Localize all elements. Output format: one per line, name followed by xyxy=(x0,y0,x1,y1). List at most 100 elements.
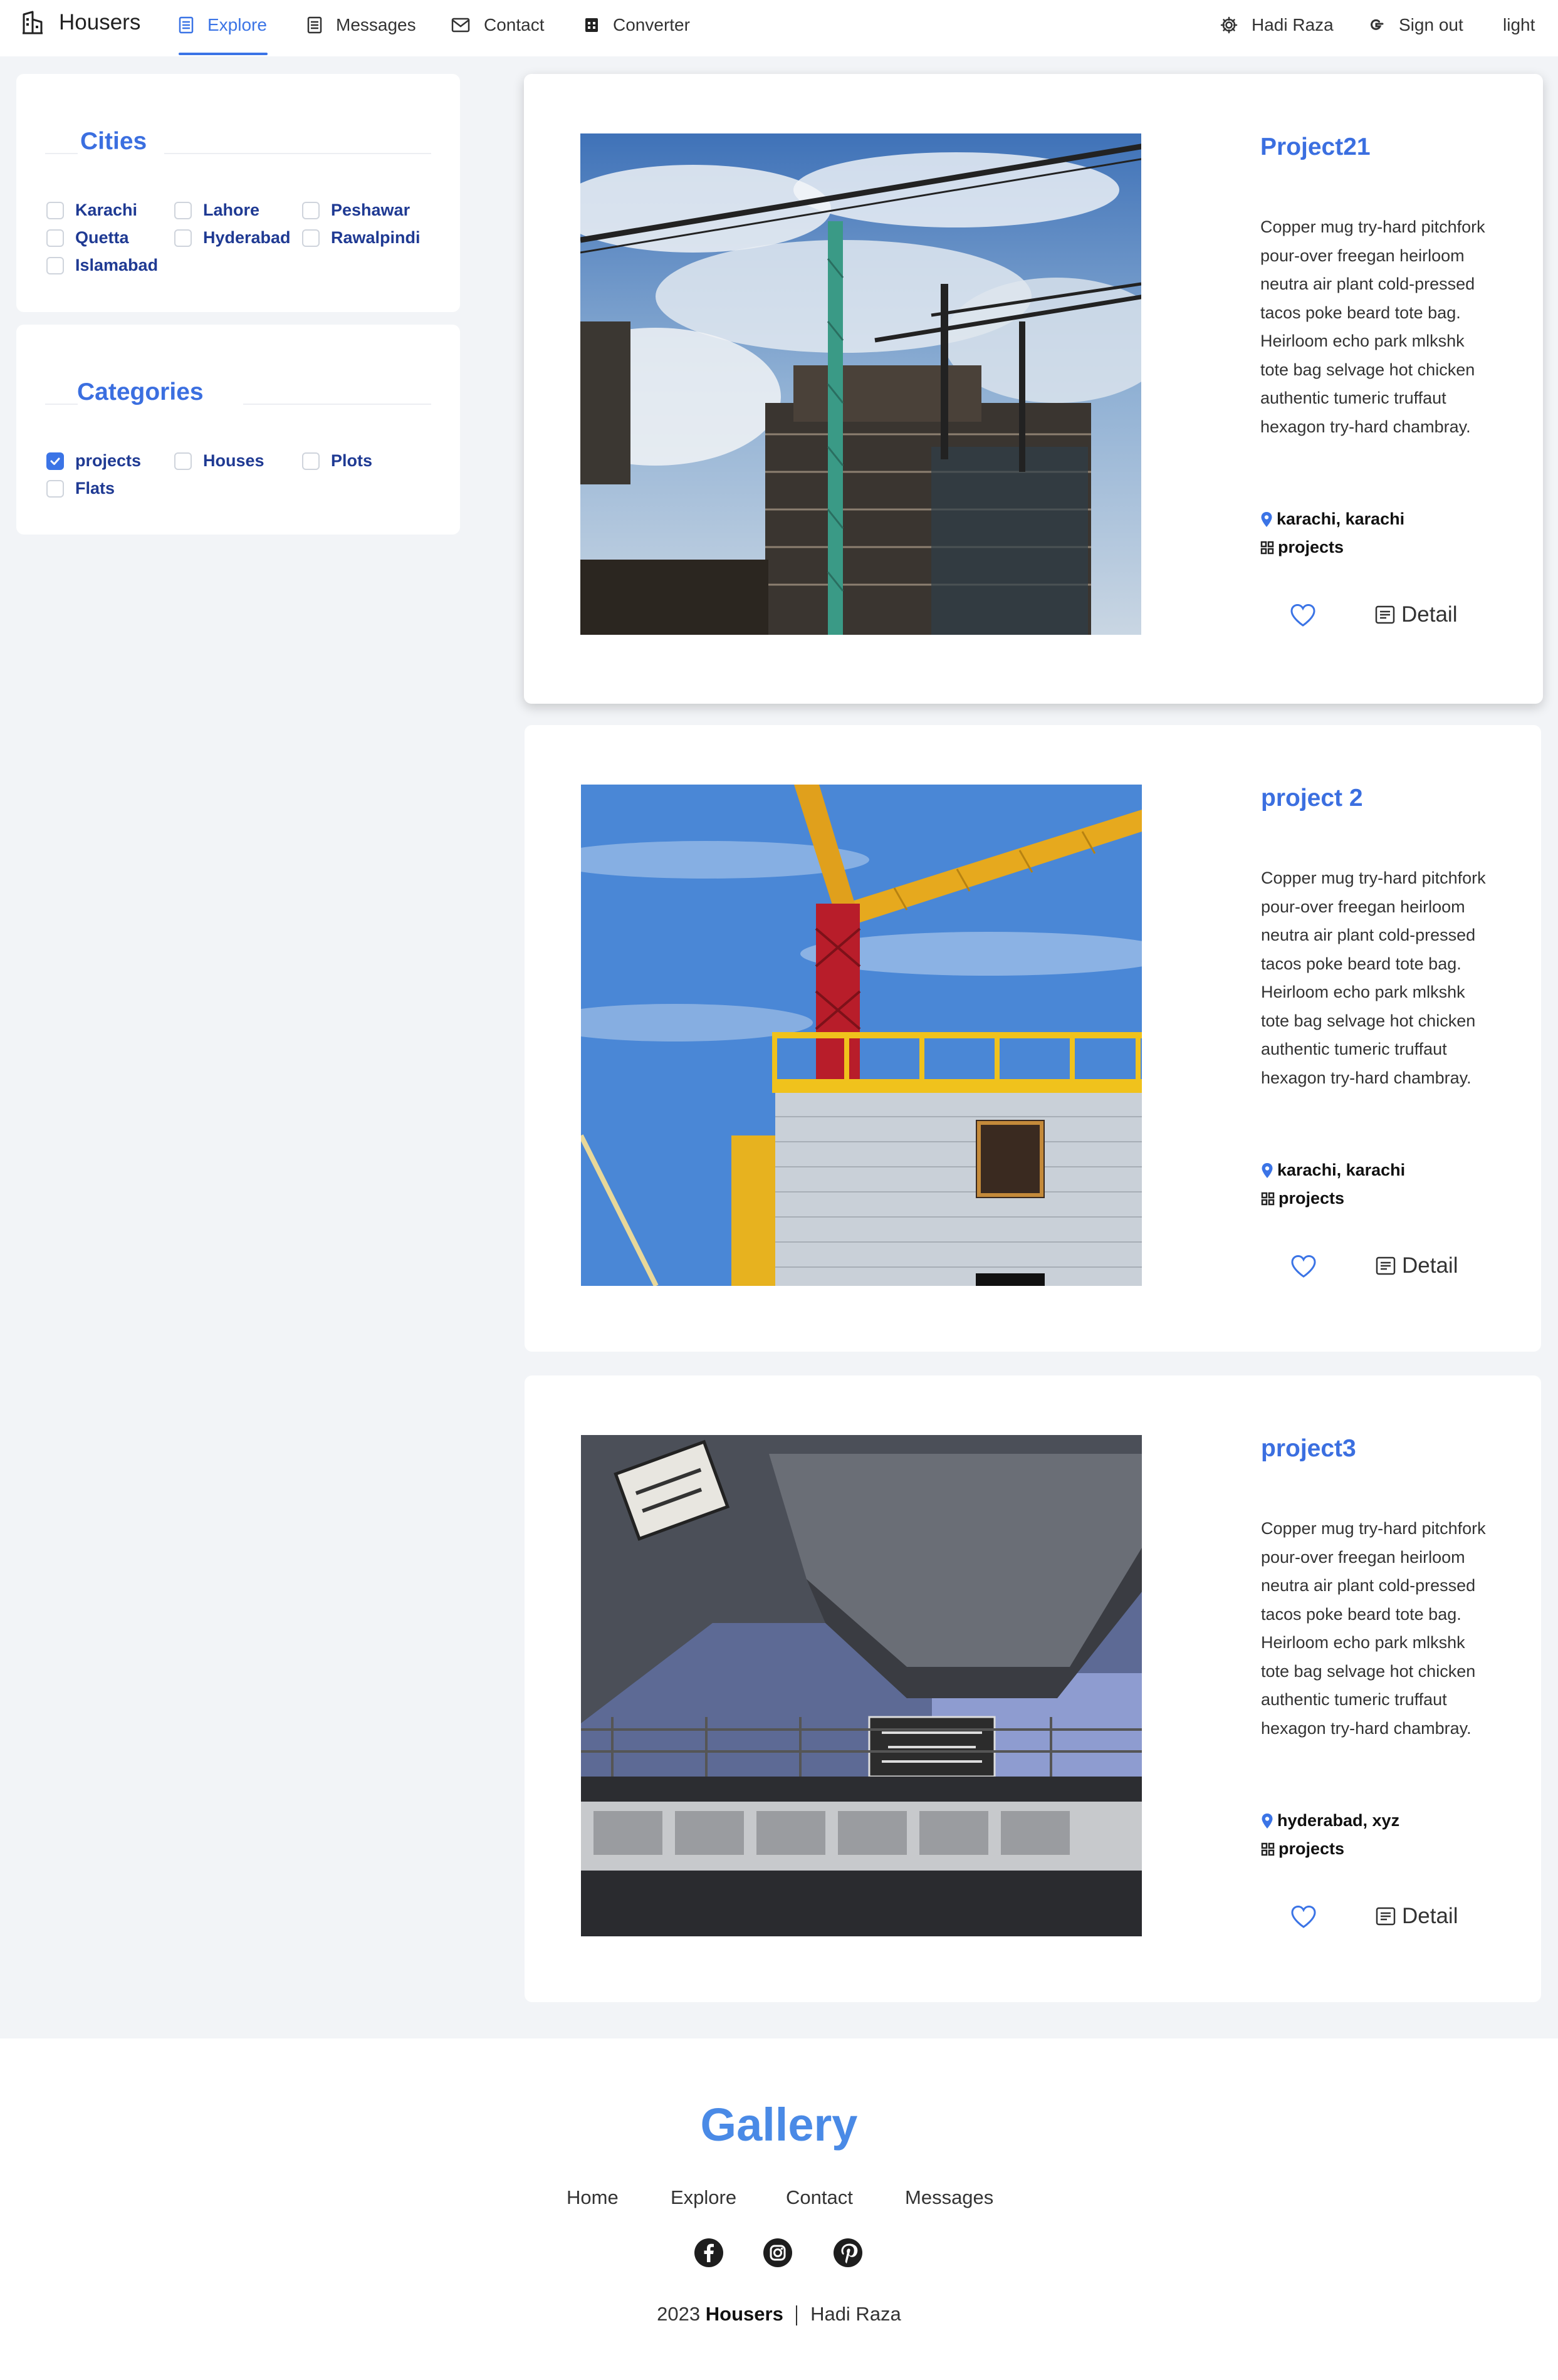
location-text: karachi, karachi xyxy=(1277,509,1405,528)
checkbox-label: Rawalpindi xyxy=(331,228,421,247)
property-card[interactable]: Project21 Copper mug try-hard pitchfork … xyxy=(524,74,1543,704)
city-checkbox-peshawar[interactable]: Peshawar xyxy=(302,201,410,220)
detail-button[interactable]: Detail xyxy=(1375,602,1457,627)
divider xyxy=(164,153,431,154)
category-checkbox-houses[interactable]: Houses xyxy=(174,451,264,471)
checkbox-label: Peshawar xyxy=(331,201,410,219)
detail-button[interactable]: Detail xyxy=(1376,1904,1458,1929)
grid-icon xyxy=(1261,1192,1275,1205)
divider xyxy=(45,404,78,405)
brand-name: Housers xyxy=(59,10,141,34)
map-pin-icon xyxy=(1262,1813,1273,1829)
detail-label: Detail xyxy=(1402,1253,1458,1278)
city-checkbox-rawalpindi[interactable]: Rawalpindi xyxy=(302,228,421,248)
separator xyxy=(796,2305,798,2325)
category-text: projects xyxy=(1278,1189,1345,1208)
brand[interactable]: Housers xyxy=(21,10,140,35)
sign-out-label: Sign out xyxy=(1399,15,1463,34)
category-text: projects xyxy=(1278,1839,1345,1858)
checkbox-label: Karachi xyxy=(75,201,138,219)
heart-icon xyxy=(1291,1905,1316,1928)
document-icon xyxy=(1376,1256,1396,1275)
map-pin-icon xyxy=(1261,511,1272,527)
card-location: hyderabad, xyz xyxy=(1261,1811,1399,1830)
nav-converter[interactable]: Converter xyxy=(584,15,690,35)
footer-author: Hadi Raza xyxy=(810,2303,901,2325)
detail-label: Detail xyxy=(1401,602,1458,627)
detail-button[interactable]: Detail xyxy=(1376,1253,1458,1278)
favorite-button[interactable] xyxy=(1290,1255,1317,1281)
checkbox[interactable] xyxy=(174,229,192,247)
nav-messages-label: Messages xyxy=(336,15,416,34)
nav-converter-label: Converter xyxy=(613,15,690,34)
theme-toggle[interactable]: light xyxy=(1503,15,1535,35)
steel-crane-structure-image xyxy=(581,1435,1142,1936)
check-icon xyxy=(50,457,60,465)
footer-link-contact[interactable]: Contact xyxy=(786,2186,853,2209)
card-location: karachi, karachi xyxy=(1261,1161,1405,1180)
footer-link-explore[interactable]: Explore xyxy=(671,2186,736,2209)
checkbox-label: Islamabad xyxy=(75,256,159,274)
sign-out-button[interactable]: Sign out xyxy=(1367,15,1463,35)
checkbox[interactable] xyxy=(174,452,192,470)
copyright: 2023 Housers Hadi Raza xyxy=(0,2303,1558,2325)
footer: Gallery Home Explore Contact Messages 20… xyxy=(0,2038,1558,2380)
checkbox-checked[interactable] xyxy=(46,452,64,470)
nav-messages[interactable]: Messages xyxy=(307,15,416,35)
google-icon xyxy=(1371,19,1384,30)
card-description: Copper mug try-hard pitchfork pour-over … xyxy=(1261,869,1486,1087)
category-checkbox-flats[interactable]: Flats xyxy=(46,479,115,498)
footer-link-home[interactable]: Home xyxy=(567,2186,619,2209)
divider xyxy=(243,404,431,405)
nav-explore-label: Explore xyxy=(207,15,267,34)
instagram-icon[interactable] xyxy=(762,2237,793,2268)
card-category: projects xyxy=(1261,1839,1344,1859)
nav-contact-label: Contact xyxy=(484,15,545,34)
document-icon xyxy=(1376,1907,1396,1926)
footer-link-messages[interactable]: Messages xyxy=(905,2186,993,2209)
cities-title: Cities xyxy=(80,128,147,155)
category-text: projects xyxy=(1278,538,1344,556)
checkbox[interactable] xyxy=(46,479,64,498)
checkbox[interactable] xyxy=(46,201,64,219)
pinterest-icon[interactable] xyxy=(832,2237,864,2268)
facebook-icon[interactable] xyxy=(693,2237,724,2268)
checkbox[interactable] xyxy=(302,452,320,470)
cities-filter-panel: Cities Karachi Lahore Peshawar Quetta Hy… xyxy=(16,74,460,312)
category-checkbox-projects[interactable]: projects xyxy=(46,451,141,471)
divider xyxy=(45,153,78,154)
property-photo[interactable] xyxy=(580,133,1141,635)
card-title[interactable]: project3 xyxy=(1261,1435,1356,1463)
card-category: projects xyxy=(1261,1189,1344,1208)
user-menu[interactable]: Hadi Raza xyxy=(1220,15,1334,35)
city-checkbox-islamabad[interactable]: Islamabad xyxy=(46,256,158,275)
detail-label: Detail xyxy=(1402,1904,1458,1928)
list-icon xyxy=(179,16,194,34)
mail-icon xyxy=(451,18,470,33)
favorite-button[interactable] xyxy=(1290,603,1316,630)
checkbox[interactable] xyxy=(46,256,64,274)
favorite-button[interactable] xyxy=(1290,1905,1317,1932)
checkbox[interactable] xyxy=(302,229,320,247)
property-photo[interactable] xyxy=(581,785,1142,1286)
city-checkbox-hyderabad[interactable]: Hyderabad xyxy=(174,228,291,248)
property-card[interactable]: project3 Copper mug try-hard pitchfork p… xyxy=(525,1375,1541,2002)
copyright-year: 2023 xyxy=(657,2303,701,2325)
city-checkbox-karachi[interactable]: Karachi xyxy=(46,201,137,220)
category-checkbox-plots[interactable]: Plots xyxy=(302,451,372,471)
property-photo[interactable] xyxy=(581,1435,1142,1936)
city-checkbox-lahore[interactable]: Lahore xyxy=(174,201,259,220)
nav-explore[interactable]: Explore xyxy=(179,15,267,35)
checkbox[interactable] xyxy=(302,201,320,219)
checkbox[interactable] xyxy=(46,229,64,247)
gallery-title: Gallery xyxy=(700,2099,858,2151)
checkbox-label: projects xyxy=(75,451,142,470)
card-title[interactable]: Project21 xyxy=(1260,133,1371,161)
checkbox-label: Hyderabad xyxy=(203,228,291,247)
nav-contact[interactable]: Contact xyxy=(451,15,545,35)
property-card[interactable]: project 2 Copper mug try-hard pitchfork … xyxy=(525,725,1541,1352)
city-checkbox-quetta[interactable]: Quetta xyxy=(46,228,129,248)
card-title[interactable]: project 2 xyxy=(1261,785,1363,812)
checkbox[interactable] xyxy=(174,201,192,219)
active-tab-indicator xyxy=(179,53,268,55)
